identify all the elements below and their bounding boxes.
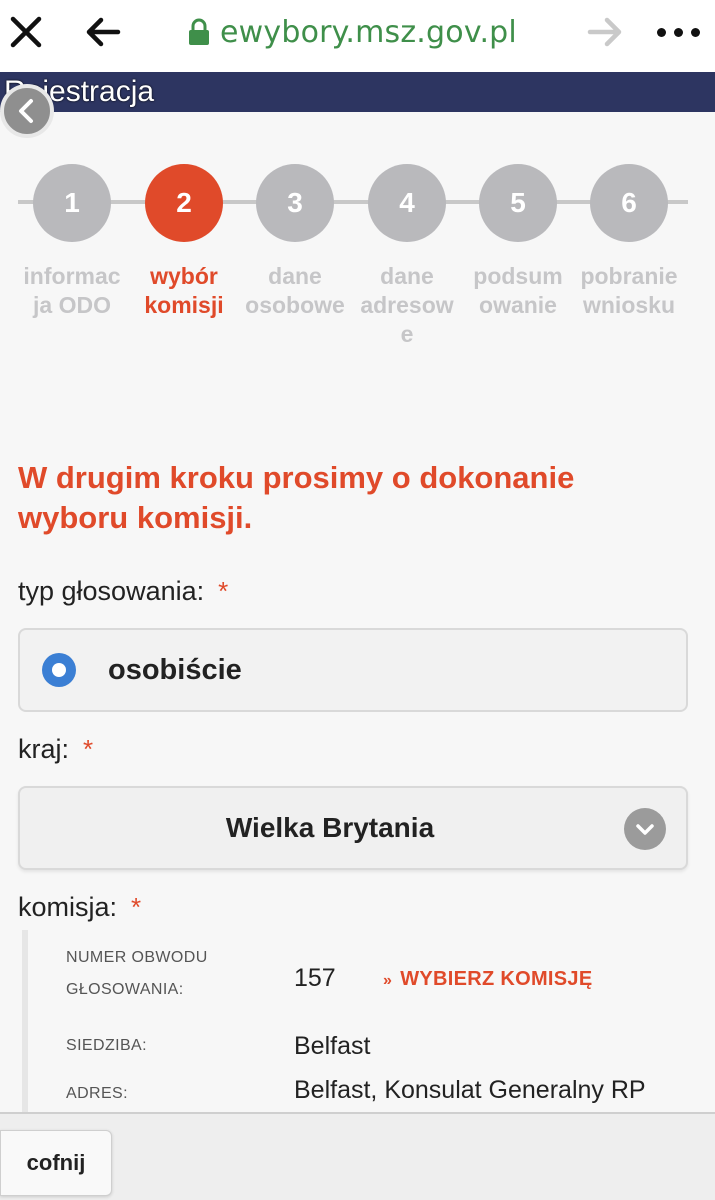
step-label: wybór komisji: [144, 263, 224, 318]
voting-type-label: typ głosowania: *: [18, 576, 229, 606]
district-number-key: NUMER OBWODU GŁOSOWANIA:: [66, 949, 208, 998]
lock-icon: [189, 18, 209, 45]
url-text: ewybory.msz.gov.pl: [220, 14, 517, 50]
address-key: ADRES:: [66, 1085, 128, 1102]
radio-selected-icon[interactable]: [42, 653, 76, 687]
address-value: Belfast, Konsulat Generalny RP: [294, 1076, 646, 1104]
choose-commission-link[interactable]: » WYBIERZ KOMISJĘ: [383, 968, 593, 991]
step-circle: 4: [368, 164, 446, 242]
chevron-down-icon[interactable]: [624, 808, 666, 850]
step-label: pobranie wniosku: [580, 263, 678, 318]
step-circle: 1: [33, 164, 111, 242]
double-chevron-icon: »: [383, 972, 393, 989]
district-number-value: 157: [294, 964, 336, 992]
step-label: dane adresow e: [360, 263, 454, 347]
seat-key: SIEDZIBA:: [66, 1037, 147, 1054]
step-label: podsum owanie: [473, 263, 563, 318]
page-heading: W drugim kroku prosimy o dokonanie wybor…: [18, 460, 575, 535]
progress-stepper: 1 informac ja ODO 2 wybór komisji 3 dane os…: [0, 160, 715, 360]
commission-details: NUMER OBWODU GŁOSOWANIA: 157 » WYBIERZ KO…: [22, 930, 715, 1120]
back-arrow-button[interactable]: [0, 84, 54, 138]
country-select[interactable]: Wielka Brytania: [18, 786, 688, 870]
step-1: 1 informac ja ODO: [16, 164, 128, 320]
required-mark: *: [83, 734, 94, 764]
step-circle: 5: [479, 164, 557, 242]
radio-option-label: osobiście: [108, 653, 242, 686]
back-button[interactable]: cofnij: [0, 1130, 112, 1196]
required-mark: *: [218, 576, 229, 606]
required-mark: *: [131, 892, 142, 922]
step-circle: 6: [590, 164, 668, 242]
step-6: 6 pobranie wniosku: [573, 164, 685, 320]
browser-toolbar: ewybory.msz.gov.pl: [0, 0, 715, 72]
step-2: 2 wybór komisji: [128, 164, 240, 320]
address-bar[interactable]: ewybory.msz.gov.pl: [188, 12, 517, 52]
commission-label: komisja: *: [18, 892, 142, 922]
step-5: 5 podsum owanie: [462, 164, 574, 320]
bottom-bar: cofnij: [0, 1112, 715, 1200]
close-icon[interactable]: [8, 14, 44, 50]
seat-value: Belfast: [294, 1032, 371, 1060]
step-3: 3 dane osobowe: [239, 164, 351, 320]
step-label: dane osobowe: [245, 263, 345, 318]
more-options-icon[interactable]: [652, 12, 704, 52]
voting-type-radio-option[interactable]: osobiście: [18, 628, 688, 712]
country-label: kraj: *: [18, 734, 94, 764]
step-label: informac ja ODO: [23, 263, 121, 318]
step-4: 4 dane adresow e: [351, 164, 463, 349]
chevron-left-icon: [19, 99, 33, 123]
country-select-value: Wielka Brytania: [225, 812, 435, 843]
browser-forward-icon[interactable]: [584, 14, 624, 50]
browser-back-icon[interactable]: [84, 14, 124, 50]
site-header: Rejestracja: [0, 72, 715, 112]
step-circle: 3: [256, 164, 334, 242]
step-circle: 2: [145, 164, 223, 242]
